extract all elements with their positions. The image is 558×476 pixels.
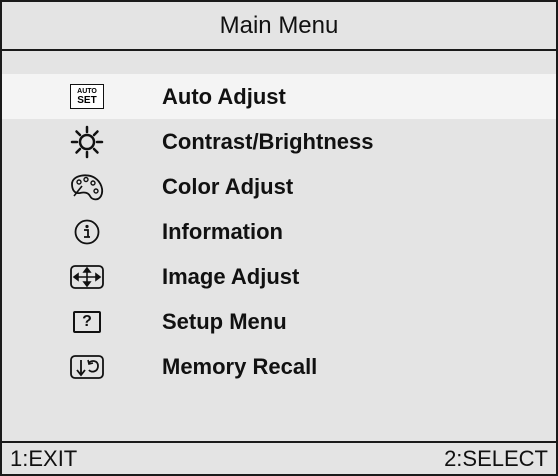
help-icon: ? [73,310,101,333]
menu-list: AUTO SET Auto Adjust Contrast/Brightness… [2,74,556,389]
menu-item-label: Auto Adjust [162,83,286,109]
recall-icon [70,354,104,379]
menu-item-label: Color Adjust [162,173,294,199]
info-icon [74,219,100,244]
exit-hint[interactable]: 1:EXIT [10,446,77,472]
menu-item-color-adjust[interactable]: Color Adjust [2,164,556,209]
menu-item-image-adjust[interactable]: Image Adjust [2,254,556,299]
menu-item-label: Information [162,218,283,244]
menu-item-setup-menu[interactable]: ? Setup Menu [2,299,556,344]
menu-item-label: Setup Menu [162,308,287,334]
menu-item-auto-adjust[interactable]: AUTO SET Auto Adjust [2,74,556,119]
menu-item-label: Contrast/Brightness [162,128,374,154]
osd-main-menu: Main Menu AUTO SET Auto Adjust Contrast/… [0,0,558,476]
move-arrows-icon [70,264,104,289]
menu-item-memory-recall[interactable]: Memory Recall [2,344,556,389]
menu-item-label: Memory Recall [162,353,318,379]
sun-icon [70,125,104,158]
menu-item-contrast-brightness[interactable]: Contrast/Brightness [2,119,556,164]
footer: 1:EXIT 2:SELECT [2,441,556,474]
auto-set-icon: AUTO SET [70,84,104,109]
menu-item-label: Image Adjust [162,263,300,289]
menu-title: Main Menu [2,2,556,51]
palette-icon [71,173,104,200]
select-hint[interactable]: 2:SELECT [444,446,548,472]
menu-item-information[interactable]: Information [2,209,556,254]
